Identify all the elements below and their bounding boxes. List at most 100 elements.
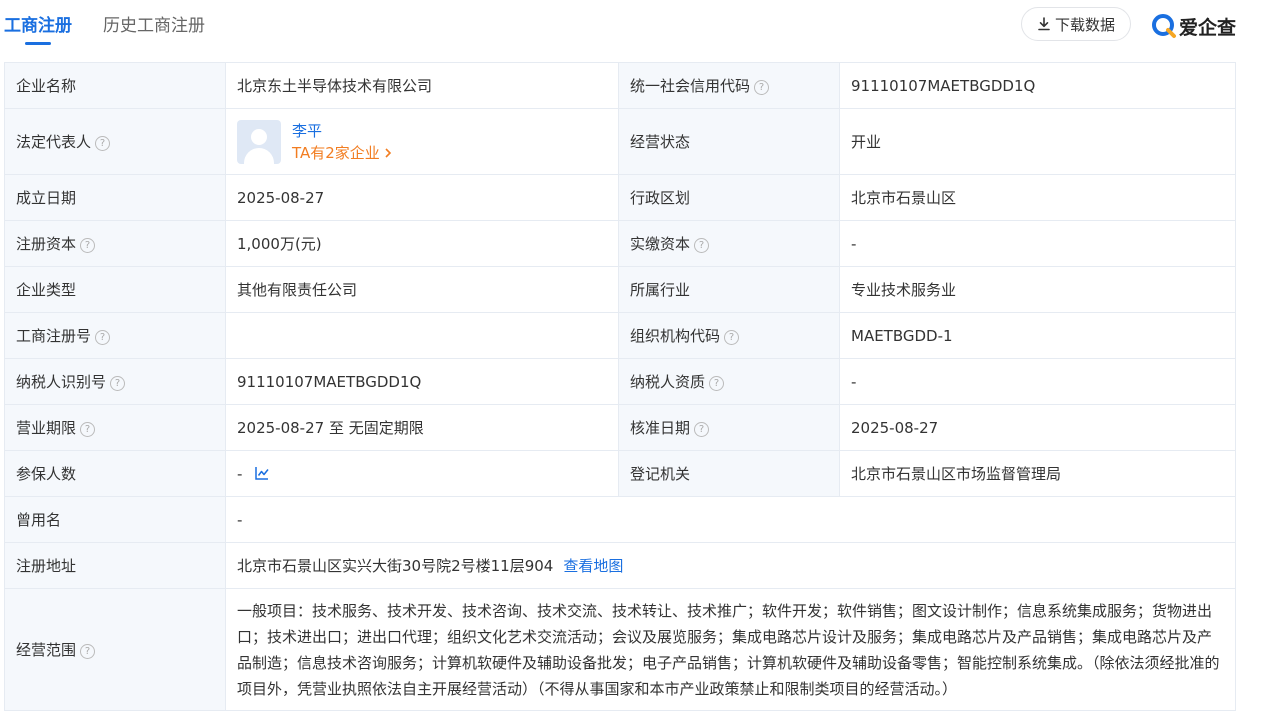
label-text: 行政区划 [630, 188, 691, 207]
address-label: 注册地址 [4, 542, 226, 589]
reg-capital-value: 1,000万(元) [225, 220, 619, 267]
table-row: 成立日期 2025-08-27 行政区划 北京市石景山区 [4, 174, 1236, 221]
reg-number-value [225, 312, 619, 359]
help-icon[interactable]: ? [95, 329, 111, 345]
insured-label: 参保人数 [4, 450, 226, 497]
table-row: 企业名称 北京东土半导体技术有限公司 统一社会信用代码? 91110107MAE… [4, 62, 1236, 109]
legal-rep-label: 法定代表人? [4, 108, 226, 175]
brand-logo[interactable]: 爱企查 [1151, 12, 1236, 40]
former-name-value: - [225, 496, 1236, 543]
taxpayer-id-label: 纳税人识别号? [4, 358, 226, 405]
label-text: 统一社会信用代码 [630, 76, 751, 95]
table-row: 工商注册号? 组织机构代码? MAETBGDD-1 [4, 312, 1236, 359]
download-data-button[interactable]: 下载数据 [1021, 7, 1131, 41]
org-code-label: 组织机构代码? [618, 312, 840, 359]
label-text: 所属行业 [630, 280, 691, 299]
label-text: 企业名称 [16, 76, 77, 95]
help-icon[interactable]: ? [95, 135, 111, 151]
help-icon[interactable]: ? [80, 643, 96, 659]
district-label: 行政区划 [618, 174, 840, 221]
table-row: 注册地址 北京市石景山区实兴大街30号院2号楼11层904 查看地图 [4, 542, 1236, 589]
help-icon[interactable]: ? [694, 421, 710, 437]
org-code-value: MAETBGDD-1 [839, 312, 1236, 359]
avatar[interactable] [237, 119, 281, 164]
label-text: 注册地址 [16, 556, 77, 575]
legal-rep-name-link[interactable]: 李平 [292, 120, 393, 142]
download-label: 下载数据 [1054, 15, 1115, 34]
term-value: 2025-08-27 至 无固定期限 [225, 404, 619, 451]
label-text: 实缴资本 [630, 234, 691, 253]
term-label: 营业期限? [4, 404, 226, 451]
table-row: 注册资本? 1,000万(元) 实缴资本? - [4, 220, 1236, 267]
status-label: 经营状态 [618, 108, 840, 175]
tab-business-registration[interactable]: 工商注册 [4, 14, 72, 45]
address-value: 北京市石景山区实兴大街30号院2号楼11层904 查看地图 [225, 542, 1236, 589]
brand-name: 爱企查 [1179, 16, 1237, 39]
table-row: 经营范围? 一般项目：技术服务、技术开发、技术咨询、技术交流、技术转让、技术推广… [4, 588, 1236, 711]
taxpayer-id-value: 91110107MAETBGDD1Q [225, 358, 619, 405]
companies-link-text: TA有2家企业 [292, 143, 380, 162]
label-text: 成立日期 [16, 188, 77, 207]
authority-value: 北京市石景山区市场监督管理局 [839, 450, 1236, 497]
label-text: 工商注册号 [16, 326, 92, 345]
scope-value: 一般项目：技术服务、技术开发、技术咨询、技术交流、技术转让、技术推广；软件开发；… [225, 588, 1236, 711]
chevron-right-icon [385, 147, 391, 158]
company-name-label: 企业名称 [4, 62, 226, 109]
trend-chart-icon[interactable] [254, 465, 270, 481]
view-map-link[interactable]: 查看地图 [563, 557, 623, 575]
credit-code-label: 统一社会信用代码? [618, 62, 840, 109]
reg-number-label: 工商注册号? [4, 312, 226, 359]
approval-date-label: 核准日期? [618, 404, 840, 451]
label-text: 注册资本 [16, 234, 77, 253]
insured-value: - [225, 450, 619, 497]
status-value: 开业 [839, 108, 1236, 175]
table-row: 营业期限? 2025-08-27 至 无固定期限 核准日期? 2025-08-2… [4, 404, 1236, 451]
founded-label: 成立日期 [4, 174, 226, 221]
address-text: 北京市石景山区实兴大街30号院2号楼11层904 [237, 556, 554, 575]
table-row: 参保人数 - 登记机关 北京市石景山区市场监督管理局 [4, 450, 1236, 497]
company-type-value: 其他有限责任公司 [225, 266, 619, 313]
credit-code-value: 91110107MAETBGDD1Q [839, 62, 1236, 109]
label-text: 组织机构代码 [630, 326, 721, 345]
help-icon[interactable]: ? [80, 421, 96, 437]
scope-label: 经营范围? [4, 588, 226, 711]
top-bar: 工商注册 历史工商注册 下载数据 爱企查 [0, 0, 1280, 52]
label-text: 企业类型 [16, 280, 77, 299]
industry-value: 专业技术服务业 [839, 266, 1236, 313]
legal-rep-value: 李平 TA有2家企业 [225, 108, 619, 175]
taxpayer-qual-value: - [839, 358, 1236, 405]
help-icon[interactable]: ? [110, 375, 126, 391]
help-icon[interactable]: ? [754, 79, 770, 95]
district-value: 北京市石景山区 [839, 174, 1236, 221]
tab-history-registration[interactable]: 历史工商注册 [103, 14, 205, 38]
founded-value: 2025-08-27 [225, 174, 619, 221]
label-text: 营业期限 [16, 418, 77, 437]
table-row: 曾用名 - [4, 496, 1236, 543]
insured-count: - [237, 464, 243, 483]
help-icon[interactable]: ? [724, 329, 740, 345]
authority-label: 登记机关 [618, 450, 840, 497]
legal-rep-companies-link[interactable]: TA有2家企业 [292, 142, 393, 164]
label-text: 经营状态 [630, 132, 691, 151]
reg-capital-label: 注册资本? [4, 220, 226, 267]
download-icon [1038, 17, 1050, 31]
label-text: 纳税人资质 [630, 372, 706, 391]
paid-capital-label: 实缴资本? [618, 220, 840, 267]
business-info-table: 企业名称 北京东土半导体技术有限公司 统一社会信用代码? 91110107MAE… [4, 62, 1236, 711]
help-icon[interactable]: ? [80, 237, 96, 253]
company-type-label: 企业类型 [4, 266, 226, 313]
help-icon[interactable]: ? [694, 237, 710, 253]
industry-label: 所属行业 [618, 266, 840, 313]
label-text: 核准日期 [630, 418, 691, 437]
approval-date-value: 2025-08-27 [839, 404, 1236, 451]
taxpayer-qual-label: 纳税人资质? [618, 358, 840, 405]
label-text: 纳税人识别号 [16, 372, 107, 391]
help-icon[interactable]: ? [709, 375, 725, 391]
paid-capital-value: - [839, 220, 1236, 267]
table-row: 企业类型 其他有限责任公司 所属行业 专业技术服务业 [4, 266, 1236, 313]
label-text: 法定代表人 [16, 132, 92, 151]
label-text: 经营范围 [16, 640, 77, 659]
company-name-value: 北京东土半导体技术有限公司 [225, 62, 619, 109]
label-text: 参保人数 [16, 464, 77, 483]
table-row: 纳税人识别号? 91110107MAETBGDD1Q 纳税人资质? - [4, 358, 1236, 405]
